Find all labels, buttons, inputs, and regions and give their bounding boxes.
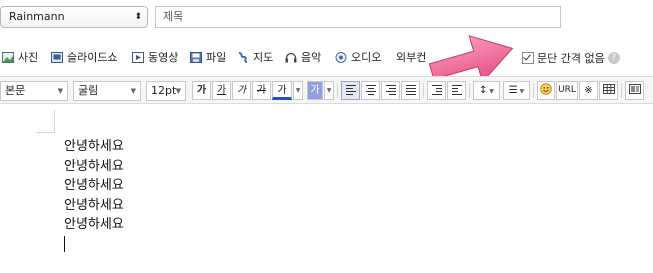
italic-button[interactable]: 가	[232, 81, 251, 100]
align-center-icon	[365, 84, 376, 95]
attach-map-label: 지도	[253, 51, 274, 64]
link-url-button[interactable]: URL	[556, 81, 578, 100]
title-input[interactable]: 제목	[155, 6, 561, 28]
text-cursor	[64, 236, 65, 252]
video-icon	[132, 51, 144, 63]
no-paragraph-spacing-option[interactable]: 문단 간격 없음?	[522, 52, 620, 66]
strikethrough-button[interactable]: 가	[252, 81, 271, 100]
attach-photo-button[interactable]: 사진	[2, 47, 38, 69]
attach-music-button[interactable]: 음악	[285, 47, 321, 69]
title-placeholder: 제목	[163, 10, 184, 23]
dropdown-arrow-icon: ▼	[487, 88, 494, 95]
attach-audio-label: 오디오	[351, 51, 382, 64]
toolbar-divider	[337, 83, 338, 98]
line-height-button[interactable]: ↕ ▼	[473, 81, 500, 100]
slideshow-icon	[51, 51, 63, 63]
editor-line: 안녕하세요	[64, 217, 124, 232]
attach-music-label: 음악	[301, 51, 322, 64]
blog-select-value: Rainmann	[9, 10, 65, 23]
underline-button[interactable]: 가	[212, 81, 231, 100]
audio-icon	[335, 51, 347, 63]
help-icon[interactable]: ?	[607, 52, 620, 64]
attach-audio-button[interactable]: 오디오	[335, 47, 381, 69]
font-family-dropdown[interactable]: 굴림 ▼	[73, 81, 141, 101]
editor-line: 안녕하세요	[64, 178, 124, 193]
map-icon	[238, 51, 248, 63]
select-arrows-icon: ⬍	[134, 12, 142, 22]
editor-line: 안녕하세요	[64, 139, 124, 154]
indent-button[interactable]	[427, 81, 446, 100]
special-char-button[interactable]: ※	[579, 81, 598, 100]
layout-icon	[628, 84, 641, 94]
align-justify-button[interactable]	[401, 81, 420, 100]
font-size-dropdown[interactable]: 12pt ▼	[146, 81, 186, 101]
align-left-button[interactable]	[341, 81, 360, 100]
font-size-value: 12pt	[151, 84, 177, 97]
paragraph-style-value: 본문	[5, 84, 26, 97]
font-family-value: 굴림	[78, 84, 99, 97]
toolbar-divider	[621, 83, 622, 98]
table-icon	[602, 84, 615, 94]
table-button[interactable]	[599, 81, 618, 100]
emoticon-button[interactable]	[537, 81, 555, 100]
toolbar-divider	[469, 83, 470, 98]
dropdown-arrow-icon: ▼	[517, 88, 525, 95]
page-layout-button[interactable]	[625, 81, 644, 100]
attach-file-button[interactable]: 파일	[190, 47, 226, 69]
editor-content[interactable]: 안녕하세요 안녕하세요 안녕하세요 안녕하세요 안녕하세요	[64, 137, 124, 235]
outdent-icon	[451, 84, 462, 95]
format-toolbar: 본문 ▼ 굴림 ▼ 12pt ▼ 가 가 가 가 가 ▼ 가 ▼ ↕ ▼ ☰ ▼	[0, 76, 653, 104]
dropdown-arrow-icon: ▼	[175, 87, 181, 95]
bg-color-dropdown[interactable]: ▼	[324, 81, 334, 100]
smiley-icon	[540, 83, 552, 95]
outdent-button[interactable]	[447, 81, 466, 100]
editor-line: 안녕하세요	[64, 197, 124, 213]
dropdown-arrow-icon: ▼	[57, 87, 63, 95]
no-paragraph-spacing-label: 문단 간격 없음	[537, 52, 605, 65]
photo-icon	[2, 51, 14, 63]
font-color-button[interactable]: 가	[272, 81, 292, 100]
bold-button[interactable]: 가	[192, 81, 211, 100]
editor-line: 안녕하세요	[64, 158, 124, 174]
attach-photo-label: 사진	[18, 51, 39, 64]
file-icon	[190, 51, 202, 63]
list-button[interactable]: ☰ ▼	[503, 81, 530, 100]
indent-icon	[431, 84, 442, 95]
align-right-icon	[385, 84, 396, 95]
paragraph-style-dropdown[interactable]: 본문 ▼	[0, 81, 68, 101]
attach-video-label: 동영상	[148, 51, 179, 64]
attach-slideshow-button[interactable]: 슬라이드쇼	[51, 47, 118, 69]
bg-color-button[interactable]: 가	[307, 81, 323, 100]
numbered-list-icon: ☰	[508, 85, 518, 96]
attach-video-button[interactable]: 동영상	[132, 47, 178, 69]
align-right-button[interactable]	[381, 81, 400, 100]
toolbar-divider	[533, 83, 534, 98]
dropdown-arrow-icon: ▼	[130, 87, 136, 95]
font-color-dropdown[interactable]: ▼	[293, 81, 303, 100]
blog-select[interactable]: Rainmann ⬍	[0, 6, 148, 28]
align-justify-icon	[405, 84, 416, 95]
align-left-icon	[345, 84, 356, 95]
headphones-icon	[285, 52, 297, 62]
no-paragraph-spacing-checkbox[interactable]	[522, 52, 534, 64]
align-center-button[interactable]	[361, 81, 380, 100]
page-margin-marker	[36, 110, 55, 133]
attach-slideshow-label: 슬라이드쇼	[67, 51, 118, 64]
toolbar-divider	[423, 83, 424, 98]
attach-external-label: 외부컨	[396, 51, 427, 64]
attach-file-label: 파일	[206, 51, 227, 64]
attach-map-button[interactable]: 지도	[237, 47, 273, 69]
